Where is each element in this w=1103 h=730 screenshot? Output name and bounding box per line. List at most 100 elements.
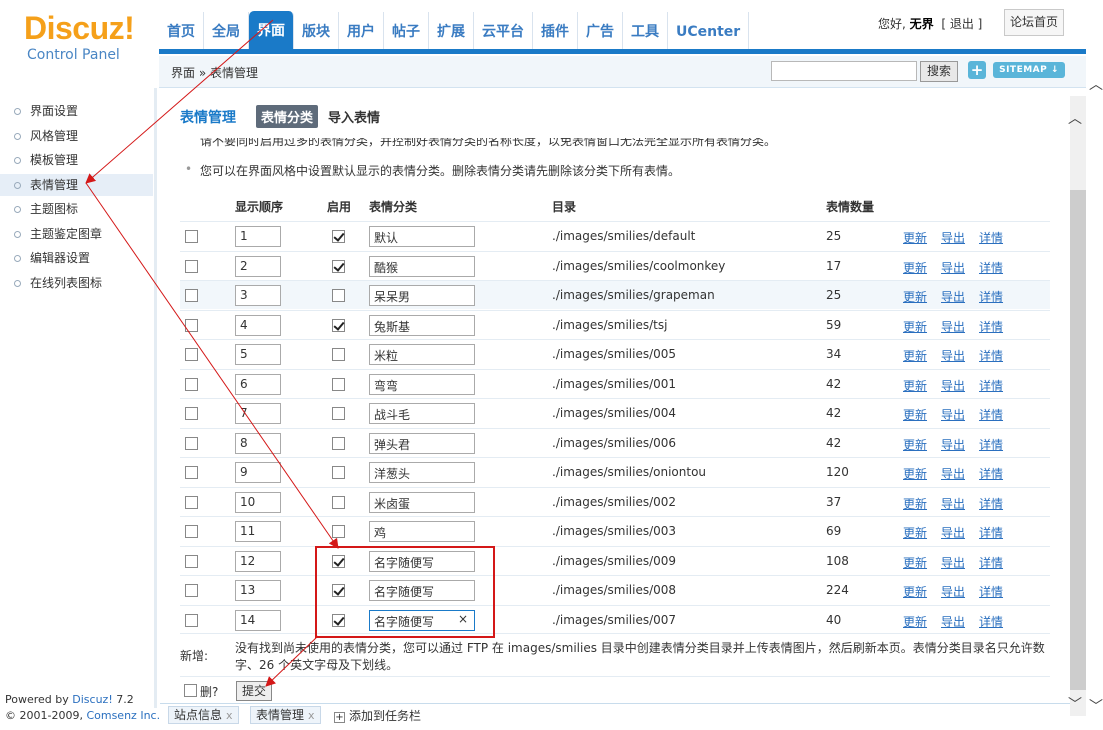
nav-tools[interactable]: 工具 — [623, 12, 668, 50]
sidebar-item-online-icons[interactable]: 在线列表图标 — [0, 272, 153, 294]
export-link[interactable]: 导出 — [941, 377, 965, 394]
export-link[interactable]: 导出 — [941, 495, 965, 512]
logout-link[interactable]: 退出 — [950, 17, 974, 31]
row-select-checkbox[interactable] — [185, 436, 198, 450]
row-select-checkbox[interactable] — [185, 407, 198, 420]
row-select-checkbox[interactable] — [185, 377, 198, 391]
category-name-input[interactable]: 兔斯基 — [369, 314, 475, 336]
row-select-checkbox[interactable] — [185, 259, 198, 273]
export-link[interactable]: 导出 — [941, 347, 965, 364]
scroll-down-icon[interactable]: ﹀ — [1068, 694, 1082, 714]
update-link[interactable]: 更新 — [903, 436, 927, 453]
update-link[interactable]: 更新 — [903, 288, 927, 305]
category-name-input[interactable]: 呆呆男 — [369, 285, 475, 306]
export-link[interactable]: 导出 — [941, 524, 965, 541]
details-link[interactable]: 详情 — [979, 465, 1003, 482]
sitemap-button[interactable]: SITEMAP ↓ — [993, 62, 1065, 78]
update-link[interactable]: 更新 — [903, 229, 927, 246]
update-link[interactable]: 更新 — [903, 554, 927, 571]
details-link[interactable]: 详情 — [979, 288, 1003, 305]
enable-checkbox[interactable] — [332, 289, 345, 302]
enable-checkbox[interactable] — [332, 436, 345, 450]
export-link[interactable]: 导出 — [941, 229, 965, 246]
details-link[interactable]: 详情 — [979, 613, 1003, 630]
update-link[interactable]: 更新 — [903, 465, 927, 482]
nav-extend[interactable]: 扩展 — [429, 12, 474, 50]
task-smilies[interactable]: 表情管理 x — [250, 706, 321, 724]
export-link[interactable]: 导出 — [941, 554, 965, 571]
outer-scroll-up-icon[interactable]: ︿ — [1089, 74, 1103, 94]
category-name-input[interactable]: 战斗毛 — [369, 403, 475, 424]
order-input[interactable]: 1 — [235, 226, 281, 247]
enable-checkbox[interactable] — [332, 407, 345, 420]
tab-categories[interactable]: 表情分类 — [256, 105, 319, 128]
category-name-input[interactable]: 弯弯 — [369, 373, 475, 395]
details-link[interactable]: 详情 — [979, 318, 1003, 335]
row-select-checkbox[interactable] — [185, 613, 198, 627]
copyright-brand[interactable]: Comsenz Inc. — [86, 709, 160, 722]
category-name-input[interactable]: 米卤蛋 — [369, 491, 475, 513]
update-link[interactable]: 更新 — [903, 347, 927, 364]
row-select-checkbox[interactable] — [185, 289, 198, 302]
category-name-input[interactable]: 默认 — [369, 226, 475, 247]
nav-forums[interactable]: 版块 — [294, 12, 339, 50]
enable-checkbox[interactable] — [332, 466, 345, 479]
sidebar-item-stamps[interactable]: 主题鉴定图章 — [0, 223, 153, 245]
sidebar-item-templates[interactable]: 模板管理 — [0, 149, 153, 171]
row-select-checkbox[interactable] — [185, 230, 198, 243]
details-link[interactable]: 详情 — [979, 495, 1003, 512]
nav-users[interactable]: 用户 — [339, 12, 384, 50]
row-select-checkbox[interactable] — [185, 495, 198, 509]
nav-home[interactable]: 首页 — [159, 12, 204, 50]
forum-home-button[interactable]: 论坛首页 — [1004, 9, 1064, 36]
category-name-input[interactable]: 米粒 — [369, 344, 475, 365]
order-input[interactable]: 6 — [235, 373, 281, 395]
plus-icon[interactable]: + — [968, 61, 986, 79]
export-link[interactable]: 导出 — [941, 613, 965, 630]
order-input[interactable]: 3 — [235, 285, 281, 306]
tab-import[interactable]: 导入表情 — [328, 107, 380, 126]
update-link[interactable]: 更新 — [903, 406, 927, 423]
details-link[interactable]: 详情 — [979, 406, 1003, 423]
outer-scroll-down-icon[interactable]: ﹀ — [1089, 696, 1103, 716]
enable-checkbox[interactable] — [332, 495, 345, 509]
scroll-up-icon[interactable]: ︿ — [1068, 108, 1082, 128]
export-link[interactable]: 导出 — [941, 583, 965, 600]
export-link[interactable]: 导出 — [941, 318, 965, 335]
details-link[interactable]: 详情 — [979, 229, 1003, 246]
details-link[interactable]: 详情 — [979, 436, 1003, 453]
export-link[interactable]: 导出 — [941, 465, 965, 482]
details-link[interactable]: 详情 — [979, 583, 1003, 600]
sidebar-item-interface-settings[interactable]: 界面设置 — [0, 100, 153, 122]
outer-scrollbar[interactable] — [1086, 96, 1103, 716]
sidebar-item-editor[interactable]: 编辑器设置 — [0, 247, 153, 269]
export-link[interactable]: 导出 — [941, 259, 965, 276]
nav-cloud[interactable]: 云平台 — [474, 12, 533, 50]
row-select-checkbox[interactable] — [185, 466, 198, 479]
nav-ucenter[interactable]: UCenter — [668, 12, 750, 50]
export-link[interactable]: 导出 — [941, 436, 965, 453]
update-link[interactable]: 更新 — [903, 495, 927, 512]
order-input[interactable]: 7 — [235, 403, 281, 424]
details-link[interactable]: 详情 — [979, 259, 1003, 276]
sidebar-item-smilies[interactable]: 表情管理 — [0, 174, 153, 196]
row-select-checkbox[interactable] — [185, 554, 198, 568]
search-input[interactable] — [771, 61, 917, 81]
sidebar-item-styles[interactable]: 风格管理 — [0, 125, 153, 147]
row-select-checkbox[interactable] — [185, 318, 198, 332]
order-input[interactable]: 2 — [235, 255, 281, 277]
details-link[interactable]: 详情 — [979, 347, 1003, 364]
enable-checkbox[interactable] — [332, 377, 345, 391]
update-link[interactable]: 更新 — [903, 318, 927, 335]
update-link[interactable]: 更新 — [903, 259, 927, 276]
category-name-input[interactable]: 洋葱头 — [369, 462, 475, 483]
order-input[interactable]: 11 — [235, 521, 281, 542]
nav-interface[interactable]: 界面 — [249, 11, 294, 51]
update-link[interactable]: 更新 — [903, 524, 927, 541]
order-input[interactable]: 8 — [235, 432, 281, 454]
scrollbar-thumb[interactable] — [1070, 190, 1086, 690]
category-name-input[interactable]: 鸡 — [369, 521, 475, 542]
row-select-checkbox[interactable] — [185, 584, 198, 597]
export-link[interactable]: 导出 — [941, 406, 965, 423]
nav-posts[interactable]: 帖子 — [384, 12, 429, 50]
